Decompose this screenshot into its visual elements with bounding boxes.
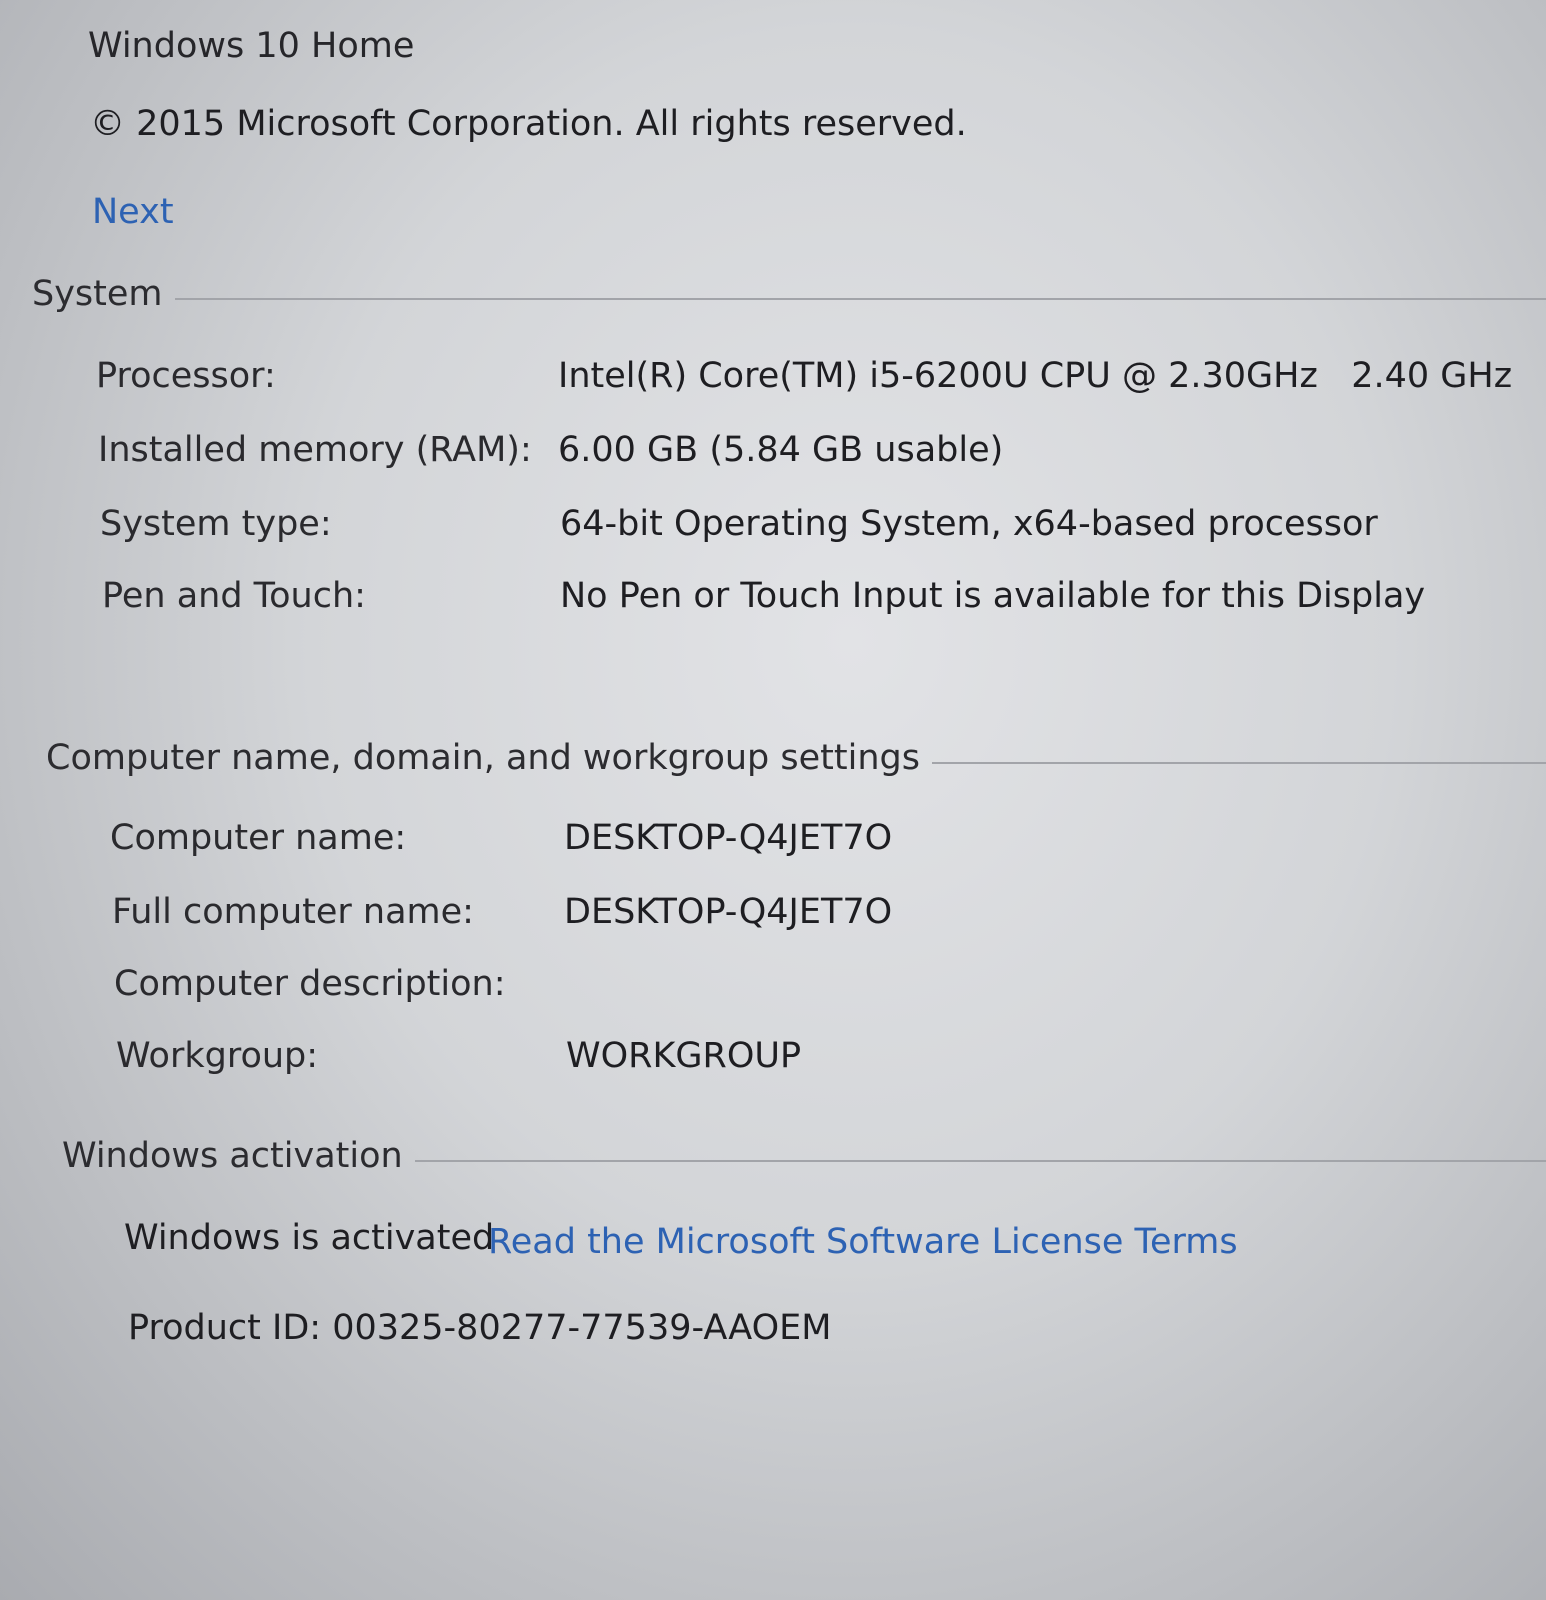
computer-name-value: DESKTOP-Q4JET7O xyxy=(564,818,893,858)
system-section-title: System xyxy=(32,274,163,314)
workgroup-value: WORKGROUP xyxy=(566,1036,802,1076)
computer-name-section-header: Computer name, domain, and workgroup set… xyxy=(46,738,1546,778)
computer-description-label: Computer description: xyxy=(114,964,506,1004)
full-computer-name-value: DESKTOP-Q4JET7O xyxy=(564,892,893,932)
computer-name-section-title: Computer name, domain, and workgroup set… xyxy=(46,738,920,778)
installed-memory-label: Installed memory (RAM): xyxy=(98,430,532,470)
activation-status: Windows is activated xyxy=(124,1218,495,1258)
section-divider xyxy=(174,298,1546,300)
section-divider xyxy=(414,1160,1546,1162)
computer-name-label: Computer name: xyxy=(110,818,407,858)
section-divider xyxy=(931,762,1546,764)
full-computer-name-label: Full computer name: xyxy=(112,892,474,932)
system-type-label: System type: xyxy=(100,504,332,544)
installed-memory-value: 6.00 GB (5.84 GB usable) xyxy=(558,430,1004,470)
product-id: Product ID: 00325-80277-77539-AAOEM xyxy=(128,1308,832,1348)
activation-section-title: Windows activation xyxy=(62,1136,403,1176)
activation-section-header: Windows activation xyxy=(62,1136,1546,1176)
pen-touch-value: No Pen or Touch Input is available for t… xyxy=(560,576,1426,616)
next-link[interactable]: Next xyxy=(92,192,174,232)
edition-name: Windows 10 Home xyxy=(88,26,415,66)
processor-value: Intel(R) Core(TM) i5-6200U CPU @ 2.30GHz… xyxy=(558,356,1513,396)
pen-touch-label: Pen and Touch: xyxy=(102,576,366,616)
processor-label: Processor: xyxy=(96,356,276,396)
license-terms-link[interactable]: Read the Microsoft Software License Term… xyxy=(488,1222,1238,1262)
workgroup-label: Workgroup: xyxy=(116,1036,319,1076)
system-section-header: System xyxy=(32,274,1546,314)
copyright-text: © 2015 Microsoft Corporation. All rights… xyxy=(90,104,967,144)
system-type-value: 64-bit Operating System, x64-based proce… xyxy=(560,504,1378,544)
